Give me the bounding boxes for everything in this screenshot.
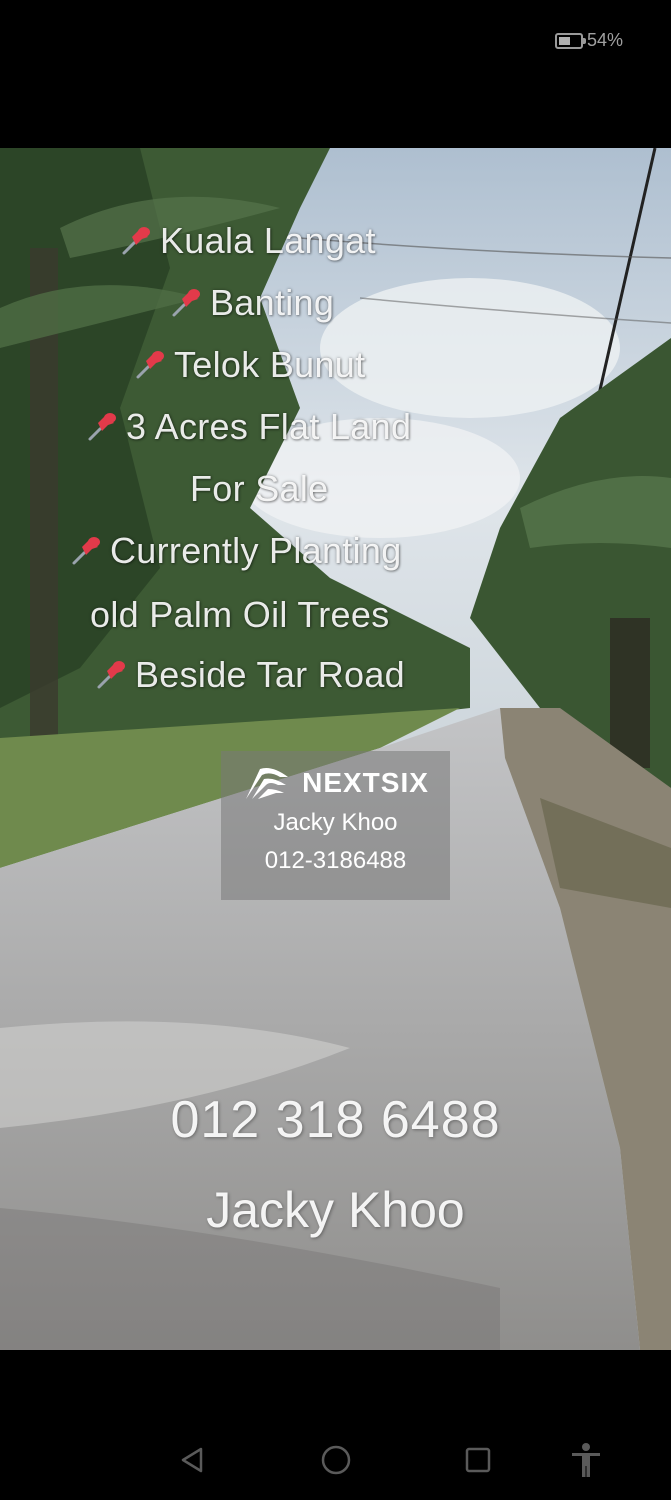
overlay-line-text: Banting: [210, 282, 335, 323]
overlay-line: Kuala Langat: [120, 220, 376, 262]
agent-name: Jacky Khoo: [273, 809, 398, 836]
roadside-scene-image: [0, 148, 671, 1350]
overlay-line-text: Telok Bunut: [174, 344, 366, 385]
overlay-line: Beside Tar Road: [95, 654, 405, 696]
accessibility-icon[interactable]: [566, 1440, 606, 1480]
overlay-line: Banting: [170, 282, 334, 324]
status-bar: 54%: [0, 0, 671, 84]
pushpin-icon: [72, 537, 100, 565]
overlay-line-text: Currently Planting: [110, 530, 402, 571]
overlay-line: For Sale: [190, 468, 328, 510]
pushpin-icon: [88, 413, 116, 441]
pushpin-icon: [172, 289, 200, 317]
overlay-line-text: For Sale: [190, 468, 329, 509]
battery-icon: [554, 32, 586, 49]
nextsix-logo-icon: [246, 768, 289, 799]
video-frame[interactable]: Kuala Langat Banting Telok Bunut 3 Acres Fl…: [0, 148, 671, 1350]
overlay-line: Currently Planting: [70, 530, 402, 572]
overlay-line-text: old Palm Oil Trees: [90, 594, 390, 635]
battery-percent: 54%: [586, 30, 623, 50]
back-icon[interactable]: [172, 1440, 212, 1480]
overlay-line: 3 Acres Flat Land: [86, 406, 411, 448]
pushpin-icon: [136, 351, 164, 379]
navigation-bar: [0, 1350, 671, 1500]
agent-phone: 012-3186488: [264, 847, 407, 874]
overlay-line-text: Kuala Langat: [160, 220, 376, 261]
brand-name: NEXTSIX: [302, 767, 429, 798]
pushpin-icon: [122, 227, 150, 255]
overlay-line-text: Beside Tar Road: [135, 654, 405, 695]
overlay-line: old Palm Oil Trees: [90, 594, 390, 636]
recents-icon[interactable]: [458, 1440, 498, 1480]
overlay-line: Telok Bunut: [134, 344, 365, 386]
battery-indicator: 54%: [554, 30, 623, 51]
pushpin-icon: [97, 661, 125, 689]
contact-phone-caption: 012 318 6488: [170, 1091, 501, 1149]
agent-watermark: NEXTSIX Jacky Khoo 012-3186488: [221, 751, 450, 900]
overlay-line-text: 3 Acres Flat Land: [126, 406, 412, 447]
home-icon[interactable]: [316, 1440, 356, 1480]
contact-name-caption: Jacky Khoo: [206, 1182, 465, 1238]
